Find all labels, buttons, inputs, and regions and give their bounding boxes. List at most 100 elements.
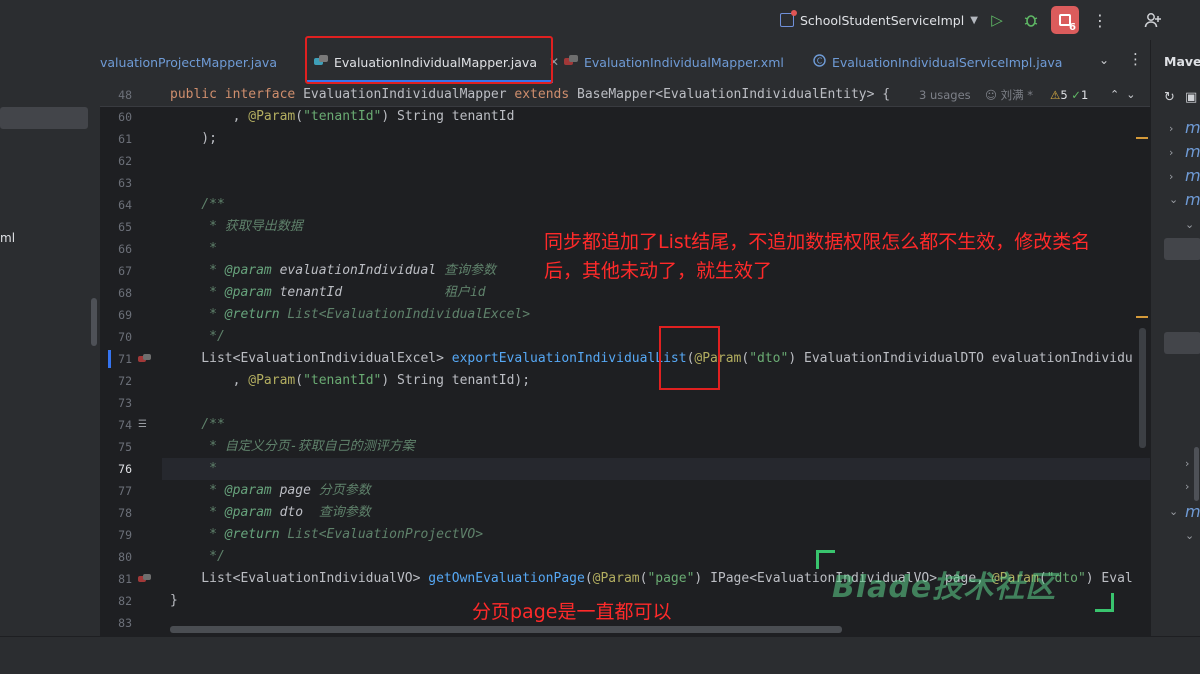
warning-count: 5 [1060,88,1068,102]
code-line-60: 60 , @Param("tenantId") String tenantId [100,106,1150,128]
mybatis-navigate-icon[interactable] [138,354,151,364]
maven-module-icon[interactable]: m [1185,118,1200,137]
title-bar: SchoolStudentServiceImpl ▼ ▷ 6 ⋮ [0,0,1200,40]
code-text: List<EvaluationIndividualExcel> exportEv… [170,351,1133,366]
doc-render-icon[interactable]: ☰ [138,419,147,430]
chevron-down-icon[interactable]: ⌄ [1185,218,1194,231]
navigate-arrows[interactable]: ⌃ ⌄ [1110,84,1135,106]
maven-tree-item[interactable] [1164,238,1200,260]
code-line-73: 73 [100,392,1150,414]
code-text: * [170,241,217,256]
code-text: * 获取导出数据 [170,219,303,234]
run-icon[interactable]: ▷ [985,8,1009,32]
usages-hint[interactable]: 3 usages [919,84,971,106]
annotation-list-highlight-box [659,326,720,390]
project-tree-selected-item[interactable] [0,107,88,129]
project-tree-xml-item[interactable]: ml [0,231,15,245]
line-number: 83 [118,616,132,630]
chevron-down-icon[interactable]: ⌄ [1185,529,1194,542]
code-line-76: 76 * [100,458,1150,480]
stop-count-badge: 6 [1069,22,1076,33]
check-icon: ✓ [1071,88,1081,102]
code-text: * @param tenantId 租户id [170,285,486,300]
maven-module-icon[interactable]: m [1185,190,1200,209]
tab-label: EvaluationIndividualServiceImpl.java [832,54,1063,70]
annotation-note-page: 分页page是一直都可以 [472,601,672,623]
code-text: /** [170,417,225,432]
bug-icon [1024,15,1038,27]
line-number: 62 [118,154,132,168]
editor-vertical-scrollbar[interactable] [1139,328,1146,448]
watermark: Blade技术社区 [816,550,1116,614]
author-hint[interactable]: ☺ 刘满 * [985,84,1033,106]
editor-tabs: valuationProjectMapper.java EvaluationIn… [100,40,1150,85]
maven-module-icon[interactable]: m [1185,166,1200,185]
stop-button[interactable]: 6 [1051,6,1079,34]
tab-evaluation-project-mapper[interactable]: valuationProjectMapper.java [100,40,277,84]
scrollbar-warning-marker[interactable] [1136,316,1148,318]
maven-panel-title: Maven [1164,54,1200,69]
chevron-down-icon[interactable]: ⌄ [1169,505,1178,518]
chevron-right-icon[interactable]: › [1169,122,1173,135]
chevron-right-icon[interactable]: › [1169,146,1173,159]
code-line-74: 74 ☰ /** [100,414,1150,436]
code-text: ); [170,131,217,146]
run-config-icon [780,10,797,27]
line-number: 71 [118,352,132,366]
line-number: 72 [118,374,132,388]
editor-horizontal-scrollbar[interactable] [170,626,842,633]
more-tabs-icon[interactable]: ⋮ [1128,50,1143,68]
code-text: * @return List<EvaluationIndividualExcel… [170,307,531,322]
chevron-right-icon[interactable]: › [1185,480,1189,493]
tab-evaluation-individual-mapper-xml[interactable]: EvaluationIndividualMapper.xml [564,40,784,84]
line-number: 75 [118,440,132,454]
code-text: */ [170,329,225,344]
maven-module-icon[interactable]: m [1185,502,1200,521]
maven-tree-scrollbar[interactable] [1194,447,1199,501]
line-number: 76 [118,462,132,476]
code-text: * 自定义分页-获取自己的测评方案 [170,439,415,454]
run-configuration-selector[interactable]: SchoolStudentServiceImpl ▼ [780,10,978,30]
scrollbar-warning-marker[interactable] [1136,137,1148,139]
annotation-tab-highlight-box [305,36,553,84]
more-actions-icon[interactable]: ⋮ [1088,8,1112,32]
tab-evaluation-individual-service-impl[interactable]: C EvaluationIndividualServiceImpl.java [813,40,1062,84]
chevron-right-icon[interactable]: › [1169,170,1173,183]
chevron-down-icon[interactable]: ⌄ [1169,193,1178,206]
line-number: 80 [118,550,132,564]
code-text: , @Param("tenantId") String tenantId); [170,373,531,388]
code-text: * @param page 分页参数 [170,483,371,498]
code-text: * [170,461,217,476]
maven-module-icon[interactable]: m [1185,142,1200,161]
sticky-line-header[interactable]: 48 public interface EvaluationIndividual… [100,84,1150,107]
line-number: 63 [118,176,132,190]
add-project-icon[interactable]: ▣ [1185,90,1197,105]
chevron-right-icon[interactable]: › [1185,457,1189,470]
code-text: */ [170,549,225,564]
person-icon: ☺ [985,88,1001,102]
project-tree-scrollbar[interactable] [91,298,97,346]
project-tool-window: ml [0,40,101,636]
line-number: 60 [118,110,132,124]
chevron-up-icon[interactable]: ⌃ [1110,88,1119,101]
code-line: public interface EvaluationIndividualMap… [170,87,891,102]
person-icon [1144,13,1161,28]
code-line-78: 78 * @param dto 查询参数 [100,502,1150,524]
maven-tool-window: Maven ↻ ▣ › m › m › m ⌄ m ⌄ › › ⌄ m ⌄ [1150,40,1200,636]
code-line-61: 61 ); [100,128,1150,150]
add-user-icon[interactable] [1141,8,1165,32]
line-number: 79 [118,528,132,542]
chevron-down-icon[interactable]: ⌄ [1099,53,1109,67]
maven-tree-item[interactable] [1164,332,1200,354]
mybatis-navigate-icon[interactable] [138,574,151,584]
line-number: 81 [118,572,132,586]
code-line-62: 62 [100,150,1150,172]
debug-icon[interactable] [1019,8,1043,32]
code-text: , @Param("tenantId") String tenantId [170,109,515,124]
reload-icon[interactable]: ↻ [1164,90,1175,105]
code-text: * @return List<EvaluationProjectVO> [170,527,484,542]
inspection-widget[interactable]: ⚠5 ✓1 [1050,84,1088,106]
line-number: 65 [118,220,132,234]
code-line-71: 71 List<EvaluationIndividualExcel> expor… [100,348,1150,370]
chevron-down-icon[interactable]: ⌄ [1126,88,1135,101]
